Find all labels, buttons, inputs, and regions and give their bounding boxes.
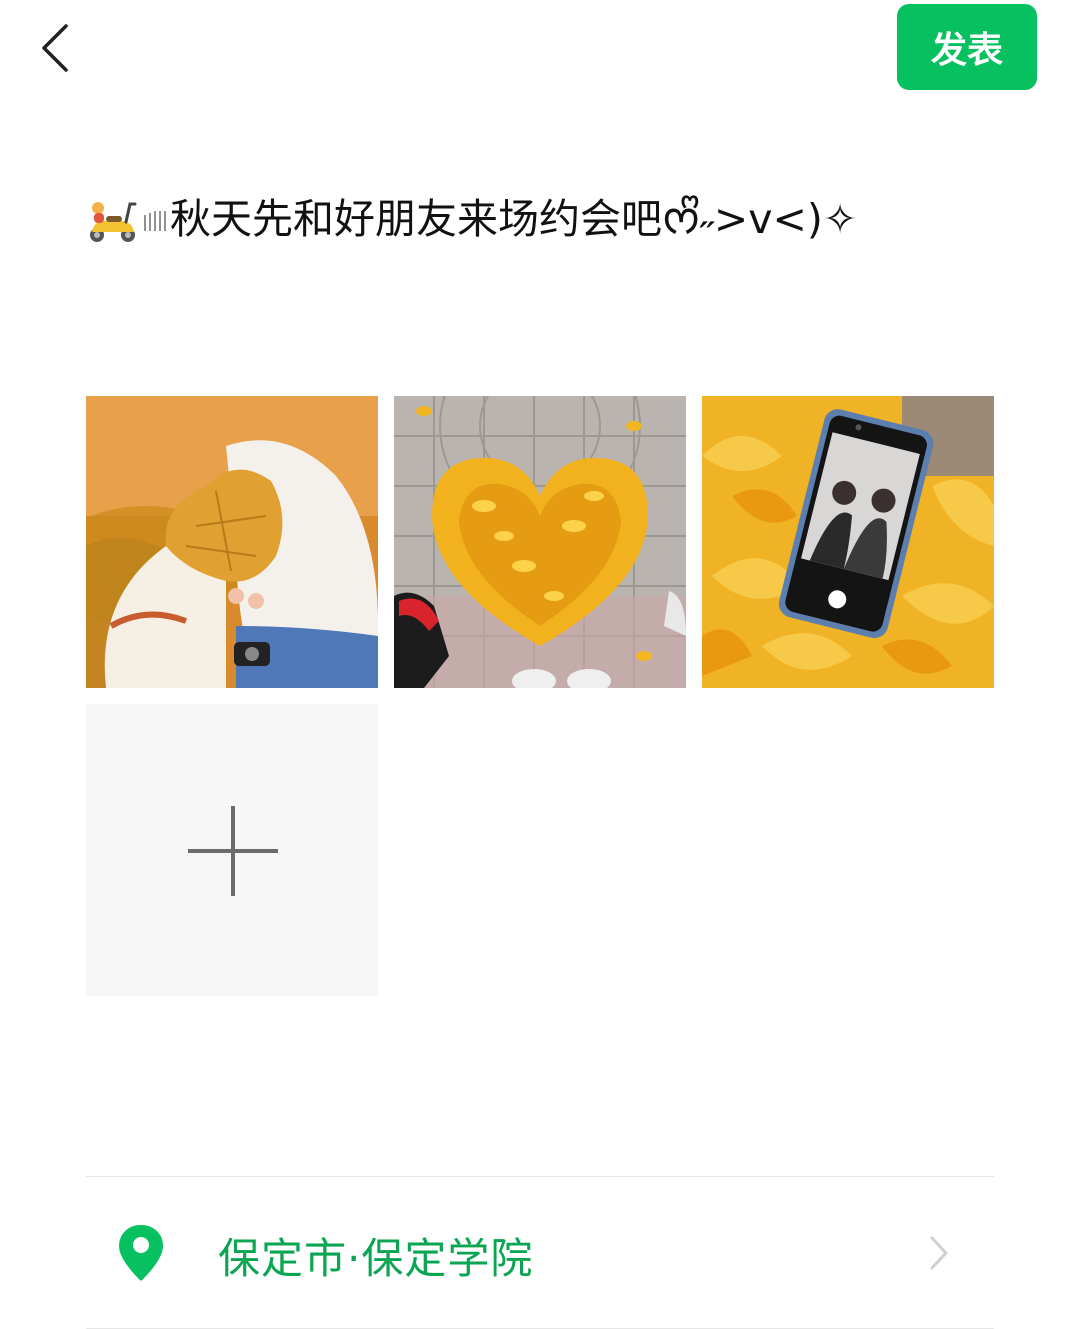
post-text: 秋天先和好朋友来场约会吧ᰔᩚ˶>v<)✧: [170, 195, 858, 243]
location-row[interactable]: 保定市·保定学院: [86, 1177, 994, 1327]
photo-1-image: [86, 396, 378, 688]
chevron-right-icon: [930, 1236, 948, 1270]
scooter-emoji-icon: [90, 202, 137, 242]
location-label: 保定市·保定学院: [218, 1234, 534, 1283]
photo-phone-on-leaves[interactable]: [702, 396, 994, 688]
back-button[interactable]: [30, 18, 80, 78]
photo-heart-of-ginkgo-leaves[interactable]: [394, 396, 686, 688]
post-composer-screen: 发表 秋天先和好朋友来场约会吧ᰔᩚ˶>v<)✧ 保定市·保定学院: [0, 0, 1080, 1329]
photo-2-image: [394, 396, 686, 688]
location-pin-icon: [119, 1225, 163, 1281]
chevron-left-icon: [42, 24, 68, 72]
speed-lines-icon: [144, 211, 166, 231]
post-text-area[interactable]: 秋天先和好朋友来场约会吧ᰔᩚ˶>v<)✧: [86, 188, 1006, 252]
publish-button[interactable]: 发表: [897, 4, 1037, 90]
photo-autumn-leaf-couple[interactable]: [86, 396, 378, 688]
add-photo-button[interactable]: [86, 704, 378, 996]
photo-3-image: [702, 396, 994, 688]
